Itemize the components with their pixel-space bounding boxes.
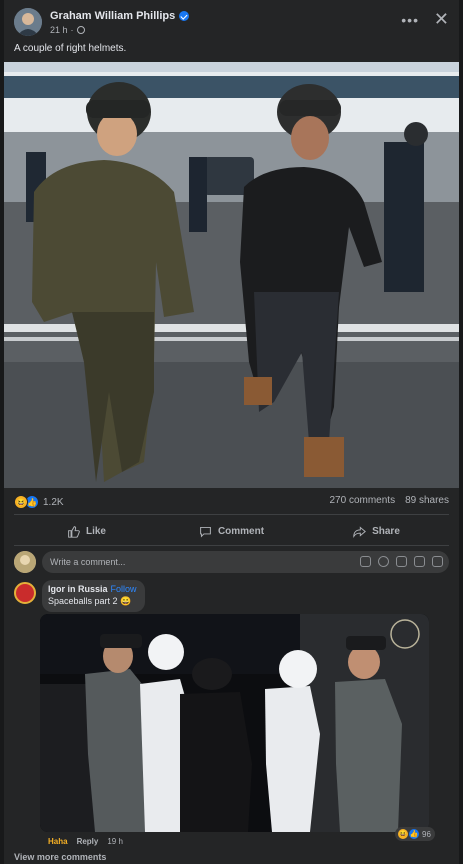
view-more-comments-link[interactable]: View more comments (14, 852, 106, 862)
emoji-icon[interactable] (378, 556, 389, 567)
gif-icon[interactable] (414, 556, 425, 567)
comments-count[interactable]: 270 comments (329, 495, 395, 506)
camera-icon[interactable] (396, 556, 407, 567)
post-time[interactable]: 21 h (50, 25, 68, 35)
comment-time[interactable]: 19 h (107, 837, 123, 846)
commenter-avatar[interactable] (14, 582, 36, 604)
comment-reaction-count: 96 (422, 829, 431, 839)
post-actions: Like Comment Share (14, 519, 449, 543)
follow-button[interactable]: Follow (111, 584, 137, 594)
comment-bubble: Igor in Russia Follow Spaceballs part 2 😀 (42, 580, 145, 612)
comment-image[interactable] (40, 614, 429, 832)
commenter-name: Igor in Russia Follow (48, 584, 137, 594)
share-icon (353, 525, 367, 538)
meta-separator: · (70, 25, 74, 35)
shares-count[interactable]: 89 shares (405, 495, 449, 506)
comment-text: Spaceballs part 2 😀 (48, 596, 132, 606)
comment-reactions[interactable]: 😆 👍 96 (395, 827, 435, 841)
composer-tools (360, 556, 443, 567)
author-name-text[interactable]: Graham William Phillips (50, 10, 175, 22)
comment-composer (14, 551, 449, 573)
post-header: Graham William Phillips 21 h · ••• ✕ (14, 8, 449, 40)
thumbs-up-icon (68, 525, 80, 538)
comment-reply-button[interactable]: Reply (77, 837, 99, 846)
comment-haha-button[interactable]: Haha (48, 837, 68, 846)
close-button[interactable]: ✕ (434, 10, 449, 28)
engagement-counts: 270 comments 89 shares (329, 495, 449, 506)
reaction-count[interactable]: 1.2K (43, 497, 64, 508)
sticker-icon[interactable] (432, 556, 443, 567)
like-label: Like (85, 525, 106, 537)
haha-reaction-icon: 😆 (14, 495, 28, 509)
commenter-name-text[interactable]: Igor in Russia (48, 584, 108, 594)
like-button[interactable]: Like (14, 519, 159, 543)
post-card: Graham William Phillips 21 h · ••• ✕ A c… (4, 0, 459, 864)
reaction-summary[interactable]: 😆 👍 1.2K (14, 495, 64, 509)
public-globe-icon (76, 26, 85, 34)
post-stats: 😆 👍 1.2K 270 comments 89 shares (14, 495, 449, 511)
comment-button[interactable]: Comment (159, 519, 304, 543)
post-meta: 21 h · (50, 25, 85, 35)
comment-actions: Haha Reply 19 h (48, 837, 123, 846)
comment-icon (200, 526, 211, 538)
divider (14, 514, 449, 515)
author-avatar[interactable] (14, 8, 42, 36)
more-options-button[interactable]: ••• (401, 12, 419, 28)
divider (14, 545, 449, 546)
post-photo[interactable] (4, 62, 459, 488)
avatar-sticker-icon[interactable] (360, 556, 371, 567)
like-reaction-icon: 👍 (408, 828, 420, 840)
haha-reaction-icon: 😆 (397, 828, 409, 840)
post-caption: A couple of right helmets. (14, 43, 127, 54)
verified-badge-icon (179, 11, 190, 21)
current-user-avatar[interactable] (14, 551, 36, 573)
author-name[interactable]: Graham William Phillips (50, 10, 190, 22)
comment-label: Comment (217, 525, 265, 537)
share-label: Share (372, 525, 400, 537)
share-button[interactable]: Share (304, 519, 449, 543)
